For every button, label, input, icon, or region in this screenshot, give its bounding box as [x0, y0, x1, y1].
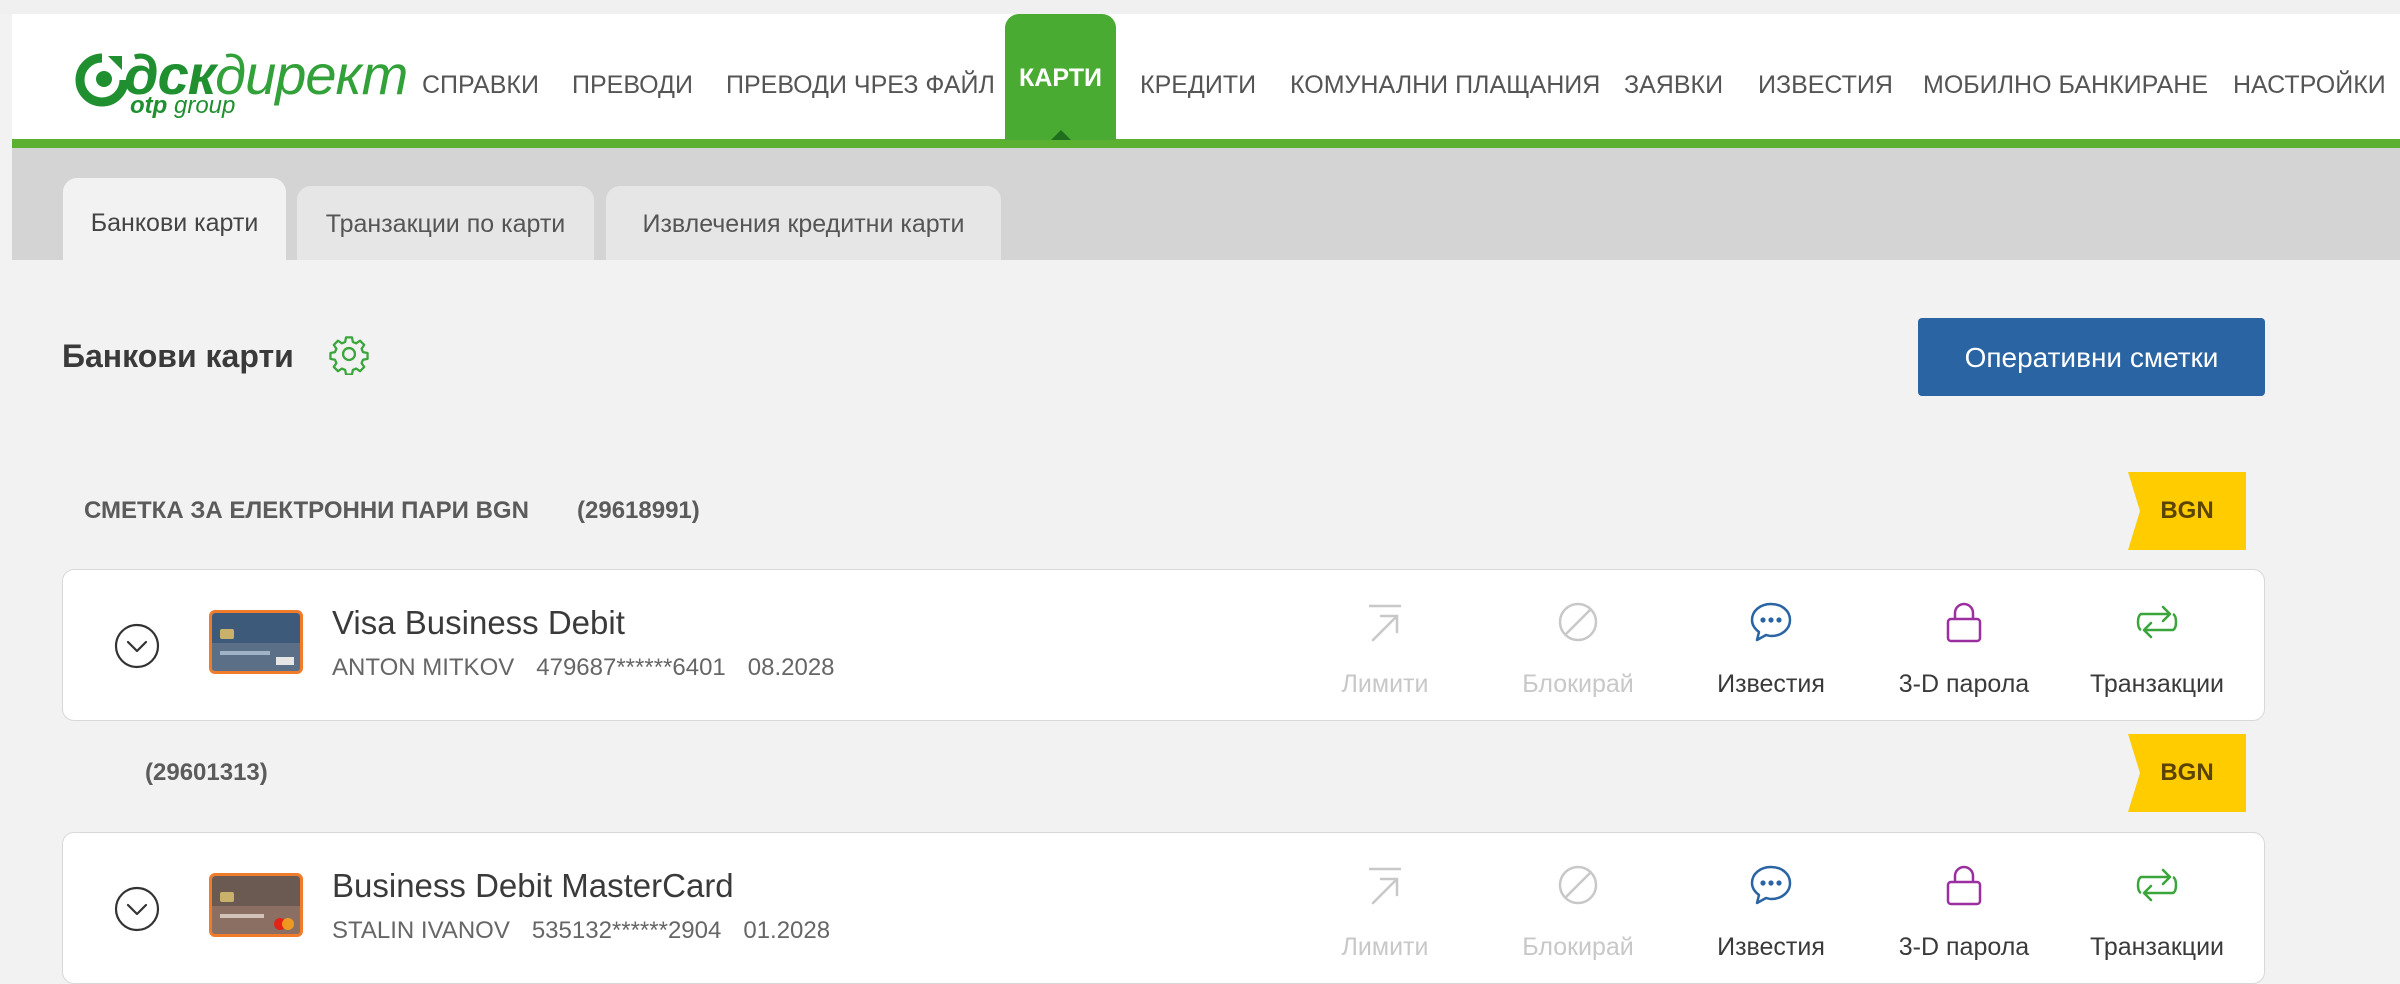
lock-icon [1946, 865, 1982, 906]
block-action[interactable]: Блокирай [1488, 590, 1668, 702]
account-name: СМЕТКА ЗА ЕЛЕКТРОННИ ПАРИ BGN [84, 497, 529, 524]
card-expiry: 01.2028 [743, 917, 831, 944]
dsk-logo-icon [75, 53, 129, 107]
chat-bubble-icon [1750, 602, 1792, 642]
transactions-action[interactable]: Транзакции [2067, 853, 2247, 965]
card-row: Visa Business Debit ANTON MITKOV 479687**… [62, 569, 2265, 721]
card-holder: STALIN IVANOV [332, 917, 510, 944]
card-number: 479687******6401 [536, 654, 726, 681]
nav-item-credits[interactable]: КРЕДИТИ [1140, 14, 1256, 140]
block-action[interactable]: Блокирай [1488, 853, 1668, 965]
nav-item-inquiries[interactable]: СПРАВКИ [422, 14, 539, 140]
card-thumbnail-icon [212, 876, 300, 934]
notifications-action[interactable]: Известия [1681, 590, 1861, 702]
page-title: Банкови карти [62, 338, 294, 374]
swap-arrows-icon [2136, 868, 2178, 902]
nav-item-file-transfers[interactable]: ПРЕВОДИ ЧРЕЗ ФАЙЛ [726, 14, 995, 140]
card-expiry: 08.2028 [747, 654, 835, 681]
block-label: Блокирай [1522, 670, 1634, 698]
card-holder: ANTON MITKOV [332, 654, 515, 681]
password-3d-action[interactable]: 3-D парола [1874, 853, 2054, 965]
card-details: STALIN IVANOV 535132******2904 01.2028 [332, 917, 852, 945]
nav-item-cards-label: КАРТИ [1019, 64, 1102, 92]
notifications-label: Известия [1717, 670, 1825, 698]
password-3d-label: 3-D парола [1898, 670, 2030, 698]
limits-action[interactable]: Лимити [1295, 853, 1475, 965]
card-details: ANTON MITKOV 479687******6401 08.2028 [332, 654, 857, 682]
tab-card-transactions[interactable]: Транзакции по карти [297, 186, 594, 260]
password-3d-action[interactable]: 3-D парола [1874, 590, 2054, 702]
transactions-label: Транзакции [2089, 933, 2225, 961]
account-number: (29601313) [145, 759, 268, 786]
currency-badge: BGN [2128, 734, 2246, 812]
block-icon [1558, 865, 1598, 905]
nav-item-cards[interactable]: КАРТИ [1005, 14, 1116, 140]
nav-item-settings[interactable]: НАСТРОЙКИ [2233, 14, 2386, 140]
top-strip [0, 0, 2400, 14]
chevron-down-circle-icon[interactable] [113, 885, 161, 933]
transactions-label: Транзакции [2089, 670, 2225, 698]
notifications-action[interactable]: Известия [1681, 853, 1861, 965]
nav-item-utility-payments[interactable]: КОМУНАЛНИ ПЛАЩАНИЯ [1290, 14, 1600, 140]
sub-tab-bar: Банкови карти Транзакции по карти Извлеч… [12, 148, 2400, 260]
header-accent-line [12, 139, 2400, 148]
card-row: Business Debit MasterCard STALIN IVANOV 5… [62, 832, 2265, 984]
card-number: 535132******2904 [531, 917, 722, 944]
operative-accounts-button[interactable]: Оперативни сметки [1918, 318, 2265, 396]
card-thumbnail-icon [212, 613, 300, 671]
chevron-down-circle-icon[interactable] [113, 622, 161, 670]
limits-label: Лимити [1341, 670, 1429, 698]
logo-subtitle: otp group [130, 92, 236, 119]
visa-card-image [209, 610, 303, 674]
mastercard-card-image [209, 873, 303, 937]
arrow-up-right-icon [1369, 867, 1401, 905]
block-icon [1558, 602, 1598, 642]
nav-item-notifications[interactable]: ИЗВЕСТИЯ [1758, 14, 1893, 140]
limits-label: Лимити [1341, 933, 1429, 961]
notifications-label: Известия [1717, 933, 1825, 961]
limits-action[interactable]: Лимити [1295, 590, 1475, 702]
nav-item-transfers[interactable]: ПРЕВОДИ [572, 14, 693, 140]
transactions-action[interactable]: Транзакции [2067, 590, 2247, 702]
currency-badge: BGN [2128, 472, 2246, 550]
tab-credit-card-statements[interactable]: Извлечения кредитни карти [606, 186, 1001, 260]
logo[interactable]: дскдирект otp group [64, 34, 408, 124]
gear-icon[interactable] [328, 333, 370, 375]
account-number: (29618991) [577, 497, 700, 524]
tab-bank-cards[interactable]: Банкови карти [63, 178, 286, 260]
card-name[interactable]: Visa Business Debit [332, 604, 625, 642]
block-label: Блокирай [1522, 933, 1634, 961]
lock-icon [1946, 602, 1982, 643]
nav-item-mobile-banking[interactable]: МОБИЛНО БАНКИРАНЕ [1923, 14, 2208, 140]
active-caret-icon [1050, 130, 1071, 140]
swap-arrows-icon [2136, 605, 2178, 639]
password-3d-label: 3-D парола [1898, 933, 2030, 961]
card-name[interactable]: Business Debit MasterCard [332, 867, 734, 905]
arrow-up-right-icon [1369, 604, 1401, 642]
nav-item-requests[interactable]: ЗАЯВКИ [1624, 14, 1723, 140]
chat-bubble-icon [1750, 865, 1792, 905]
